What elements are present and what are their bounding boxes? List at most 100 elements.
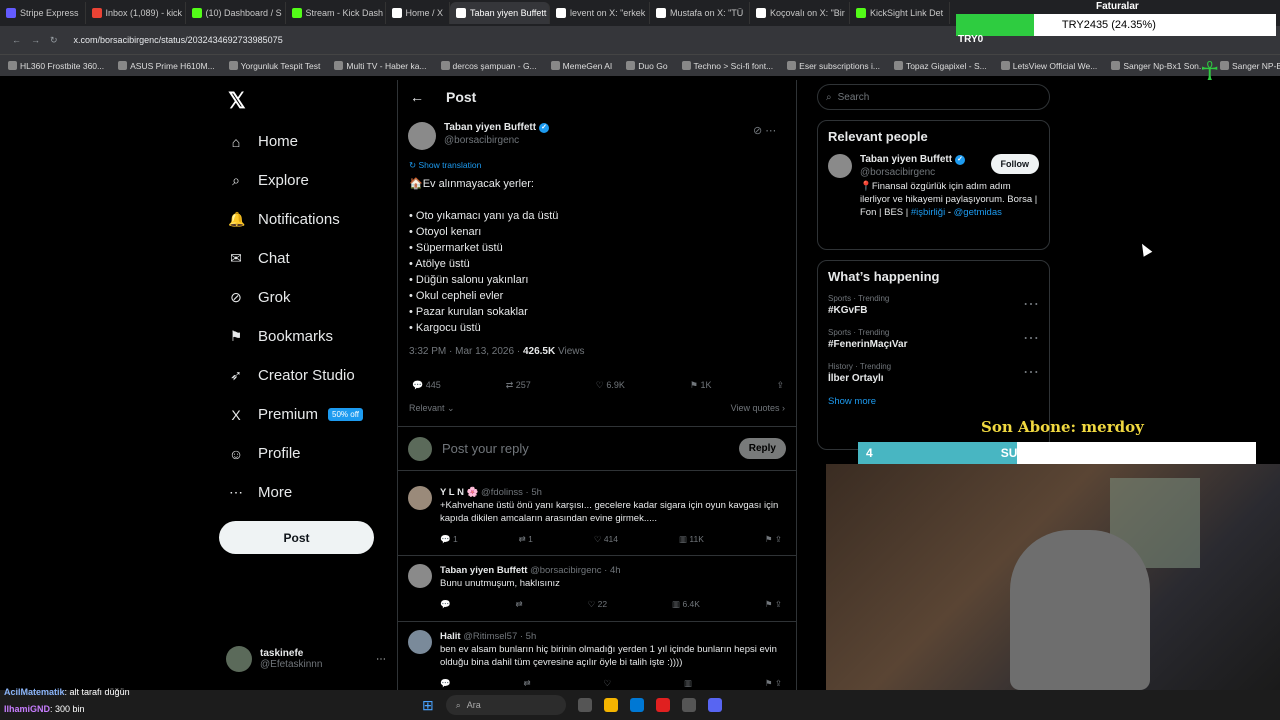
like-action[interactable]: ♡ 22 [588, 598, 607, 611]
post-author[interactable]: Taban yiyen Buffett ✓ @borsacibirgenc [408, 122, 550, 150]
post-button[interactable]: Post [219, 521, 374, 554]
windows-start-icon[interactable]: ⊞ [422, 697, 434, 714]
reply-button[interactable]: Reply [738, 438, 786, 459]
mention-link[interactable]: @getmidas [954, 207, 1002, 218]
repost-action[interactable]: ⇄ 1 [519, 533, 533, 546]
like-action[interactable]: ♡ 414 [594, 533, 618, 546]
repost-action[interactable]: ⇄ 257 [506, 380, 531, 391]
opera-icon[interactable] [655, 698, 670, 712]
browser-tab[interactable]: Inbox (1,089) - kick [86, 2, 186, 24]
repost-action[interactable]: ⇄ [516, 598, 523, 611]
url-field[interactable]: x.com/borsacibirgenc/status/203243469273… [74, 35, 283, 45]
grok-icon[interactable]: ⊘ ⋯ [753, 124, 776, 137]
app-icon[interactable] [577, 698, 592, 712]
reload-icon[interactable]: ↻ [50, 35, 58, 46]
bookmark-item[interactable]: Yorgunluk Tespit Test [228, 61, 320, 71]
account-switcher[interactable]: taskinefe @Efetaskinnn ⋯ [226, 642, 386, 676]
nav-item-bookmarks[interactable]: ⚑ Bookmarks [218, 317, 398, 356]
avatar[interactable] [408, 630, 432, 654]
bookmark-item[interactable]: Sanger Np-Bx1 Son... [1111, 61, 1206, 71]
x-logo[interactable]: 𝕏 [228, 88, 398, 114]
reply-author[interactable]: Halit [440, 631, 461, 642]
bookmark-item[interactable]: Techno > Sci-fi font... [681, 61, 773, 71]
follow-button[interactable]: Follow [990, 154, 1039, 174]
reply-author[interactable]: Taban yiyen Buffett [440, 565, 527, 576]
bookmark-icon[interactable]: ⚑ ⇪ [765, 533, 782, 546]
trend-item[interactable]: History · Trending İlber Ortaylı ⋯ [828, 362, 1039, 384]
reply-action[interactable]: 💬 [440, 677, 451, 690]
author-avatar[interactable] [408, 122, 436, 150]
more-icon[interactable]: ⋯ [1023, 328, 1039, 350]
person-name[interactable]: Taban yiyen Buffett [860, 154, 952, 165]
taskbar-search[interactable]: ⌕ Ara [445, 695, 566, 715]
browser-tab[interactable]: KickSight Link Det [850, 2, 951, 24]
reply-item[interactable]: Halit @Ritimsel57 · 5h ben ev alsam bunla… [398, 622, 796, 692]
view-quotes-link[interactable]: View quotes › [731, 403, 785, 414]
browser-tab[interactable]: Taban yiyen Buffett on X [450, 2, 551, 24]
browser-tab[interactable]: (10) Dashboard / S [186, 2, 286, 24]
browser-tab[interactable]: Mustafa on X: "TÜ [650, 2, 751, 24]
browser-tab[interactable]: levent on X: "erkek [550, 2, 651, 24]
bookmark-item[interactable]: Eser subscriptions i... [787, 61, 880, 71]
trend-item[interactable]: Sports · Trending #FenerinMaçıVar ⋯ [828, 328, 1039, 350]
bookmark-icon[interactable]: ⚑ ⇪ [765, 677, 782, 690]
forward-icon[interactable]: → [31, 35, 40, 45]
relevant-dropdown[interactable]: Relevant ⌄ [409, 403, 455, 414]
reply-handle[interactable]: @Ritimsel57 · 5h [463, 631, 536, 642]
more-icon[interactable]: ⋯ [376, 654, 386, 665]
bookmark-item[interactable]: dercos şampuan - G... [440, 61, 537, 71]
discord-icon[interactable] [707, 698, 722, 712]
reply-input[interactable]: Post your reply [442, 441, 729, 456]
bookmark-item[interactable]: ASUS Prime H610M... [118, 61, 215, 71]
like-action[interactable]: ♡ 6.9K [596, 380, 625, 391]
more-icon[interactable]: ⋯ [1023, 294, 1039, 316]
browser-tab[interactable]: Koçovalı on X: "Bir [750, 2, 851, 24]
browser-tab[interactable]: Stripe Express [0, 2, 86, 24]
nav-item-premium[interactable]: X Premium 50% off [218, 395, 398, 434]
nav-item-chat[interactable]: ✉ Chat [218, 239, 398, 278]
reply-action[interactable]: 💬 1 [440, 533, 458, 546]
bookmark-item[interactable]: Multi TV - Haber ka... [334, 61, 427, 71]
bookmark-action[interactable]: ⚑ 1K [690, 380, 712, 391]
views-action[interactable]: ▥ 6.4K [672, 598, 700, 611]
browser-tab[interactable]: Home / X [386, 2, 451, 24]
bookmark-item[interactable]: LetsView Official We... [1000, 61, 1097, 71]
nav-item-notifications[interactable]: 🔔 Notifications [218, 200, 398, 239]
edge-icon[interactable] [629, 698, 644, 712]
avatar[interactable] [408, 564, 432, 588]
bookmark-item[interactable]: Duo Go [626, 61, 668, 71]
bookmark-item[interactable]: Sanger NP-BX1 Sa... [1220, 61, 1280, 71]
person-handle[interactable]: @borsacibirgenc [860, 167, 983, 178]
bookmark-item[interactable]: MemeGen AI [550, 61, 612, 71]
app-icon[interactable] [681, 698, 696, 712]
repost-action[interactable]: ⇄ [523, 677, 530, 690]
avatar[interactable] [828, 154, 852, 178]
search-input[interactable]: ⌕ Search [817, 84, 1050, 110]
nav-item-grok[interactable]: ⊘ Grok [218, 278, 398, 317]
bookmark-item[interactable]: HL360 Frostbite 360... [8, 61, 104, 71]
nav-item-home[interactable]: ⌂ Home [218, 122, 398, 161]
reply-handle[interactable]: @fdolinss · 5h [481, 487, 542, 498]
reply-item[interactable]: Taban yiyen Buffett @borsacibirgenc · 4h… [398, 556, 796, 622]
reply-author[interactable]: Y L N 🌸 [440, 487, 478, 498]
nav-item-creator-studio[interactable]: ➶ Creator Studio [218, 356, 398, 395]
bookmark-icon[interactable]: ⚑ ⇪ [765, 598, 782, 611]
views-action[interactable]: ▥ [684, 677, 692, 690]
back-icon[interactable]: ← [12, 35, 21, 45]
reply-action[interactable]: 💬 [440, 598, 451, 611]
author-name[interactable]: Taban yiyen Buffett [444, 122, 536, 133]
show-translation-link[interactable]: ↻ Show translation [409, 160, 481, 171]
like-action[interactable]: ♡ [603, 677, 611, 690]
back-arrow-icon[interactable]: ← [410, 89, 424, 105]
folder-icon[interactable] [603, 698, 618, 712]
show-more-link[interactable]: Show more [828, 396, 1039, 407]
reply-action[interactable]: 💬 445 [412, 380, 441, 391]
trend-item[interactable]: Sports · Trending #KGvFB ⋯ [828, 294, 1039, 316]
nav-item-more[interactable]: ⋯ More [218, 473, 398, 512]
avatar[interactable] [408, 486, 432, 510]
nav-item-explore[interactable]: ⌕ Explore [218, 161, 398, 200]
views-action[interactable]: ▥ 11K [679, 533, 704, 546]
bookmark-item[interactable]: Topaz Gigapixel - S... [893, 61, 987, 71]
author-handle[interactable]: @borsacibirgenc [444, 135, 549, 146]
more-icon[interactable]: ⋯ [1023, 362, 1039, 384]
